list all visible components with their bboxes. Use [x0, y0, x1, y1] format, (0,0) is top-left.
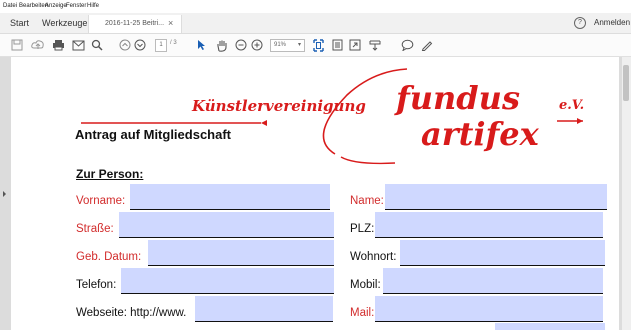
menu-hilfe[interactable]: Hilfe	[87, 3, 99, 9]
scrollbar-thumb[interactable]	[623, 65, 629, 101]
toolbar: 1 / 3 91% ▾	[0, 34, 631, 57]
comment-icon[interactable]	[400, 37, 414, 53]
search-icon[interactable]	[89, 37, 105, 53]
mail-field[interactable]	[375, 296, 603, 322]
plz-field[interactable]	[375, 212, 603, 238]
page-view-icon[interactable]	[330, 37, 344, 53]
geb-datum-label: Geb. Datum:	[76, 251, 142, 263]
fullscreen-icon[interactable]	[348, 37, 362, 53]
prev-page-icon[interactable]	[118, 37, 132, 53]
hand-tool-icon[interactable]	[215, 37, 229, 53]
help-icon[interactable]: ?	[574, 17, 586, 29]
menu-bar: Datei Bearbeiten Anzeige Fenster Hilfe	[0, 0, 631, 13]
mobil-field[interactable]	[383, 268, 603, 294]
logo-word1: fundus	[396, 79, 520, 117]
wohnort-field[interactable]	[400, 240, 605, 266]
document-viewport: Künstlervereinigung fundus artifex e.V. …	[0, 57, 631, 330]
mobil-label: Mobil:	[350, 279, 381, 291]
zoom-select[interactable]: 91% ▾	[270, 39, 305, 52]
next-page-icon[interactable]	[133, 37, 147, 53]
zoom-out-icon[interactable]	[234, 37, 248, 53]
menu-datei[interactable]: Datei	[3, 3, 17, 9]
menu-bearbeiten[interactable]: Bearbeiten	[19, 3, 48, 9]
geb-datum-field[interactable]	[148, 240, 334, 266]
wohnort-label: Wohnort:	[350, 251, 397, 263]
close-icon[interactable]: ×	[168, 18, 173, 28]
logo-word2: artifex	[421, 115, 539, 153]
mail-label: Mail:	[350, 307, 375, 319]
telefon-field[interactable]	[121, 268, 334, 294]
pdf-page: Künstlervereinigung fundus artifex e.V. …	[11, 57, 619, 330]
logo-suffix: e.V.	[559, 98, 585, 113]
menu-fenster[interactable]: Fenster	[66, 3, 86, 9]
telefon-label: Telefon:	[76, 279, 117, 291]
section-title: Zur Person:	[76, 167, 144, 181]
page-title: Antrag auf Mitgliedschaft	[75, 127, 232, 142]
chevron-down-icon: ▾	[297, 42, 301, 48]
mail-icon[interactable]	[70, 37, 86, 53]
tab-document-label: 2016-11-25 Beitri...	[105, 20, 165, 27]
vertical-scrollbar[interactable]	[622, 57, 631, 330]
tab-werkzeuge[interactable]: Werkzeuge	[42, 18, 87, 28]
next-field-partial[interactable]	[495, 323, 605, 330]
name-label: Name:	[350, 195, 384, 207]
vorname-field[interactable]	[130, 184, 330, 210]
vorname-label: Vorname:	[76, 195, 126, 207]
tab-bar: Start Werkzeuge 2016-11-25 Beitri... × ?…	[0, 13, 631, 34]
save-icon[interactable]	[9, 37, 25, 53]
fit-page-icon[interactable]	[311, 37, 325, 53]
cloud-upload-icon[interactable]	[30, 37, 46, 53]
tab-document[interactable]: 2016-11-25 Beitri... ×	[88, 15, 182, 33]
zoom-in-icon[interactable]	[250, 37, 264, 53]
logo-club-text: Künstlervereinigung	[192, 97, 366, 115]
webseite-label: Webseite: http://www.	[76, 307, 187, 319]
page-number-input[interactable]: 1	[155, 39, 167, 52]
pen-icon[interactable]	[420, 37, 434, 53]
strasse-field[interactable]	[119, 212, 334, 238]
page-count: / 3	[170, 40, 177, 46]
signin-link[interactable]: Anmelden	[594, 18, 630, 27]
name-field[interactable]	[385, 184, 607, 210]
select-cursor-icon[interactable]	[195, 37, 207, 53]
menu-anzeige[interactable]: Anzeige	[45, 3, 67, 9]
strasse-label: Straße:	[76, 223, 114, 235]
tab-start[interactable]: Start	[10, 18, 29, 28]
webseite-field[interactable]	[195, 296, 333, 322]
print-icon[interactable]	[50, 37, 66, 53]
zoom-value: 91%	[274, 42, 287, 48]
expand-panel-icon[interactable]	[3, 191, 6, 197]
plz-label: PLZ:	[350, 223, 375, 235]
read-mode-icon[interactable]	[368, 37, 382, 53]
